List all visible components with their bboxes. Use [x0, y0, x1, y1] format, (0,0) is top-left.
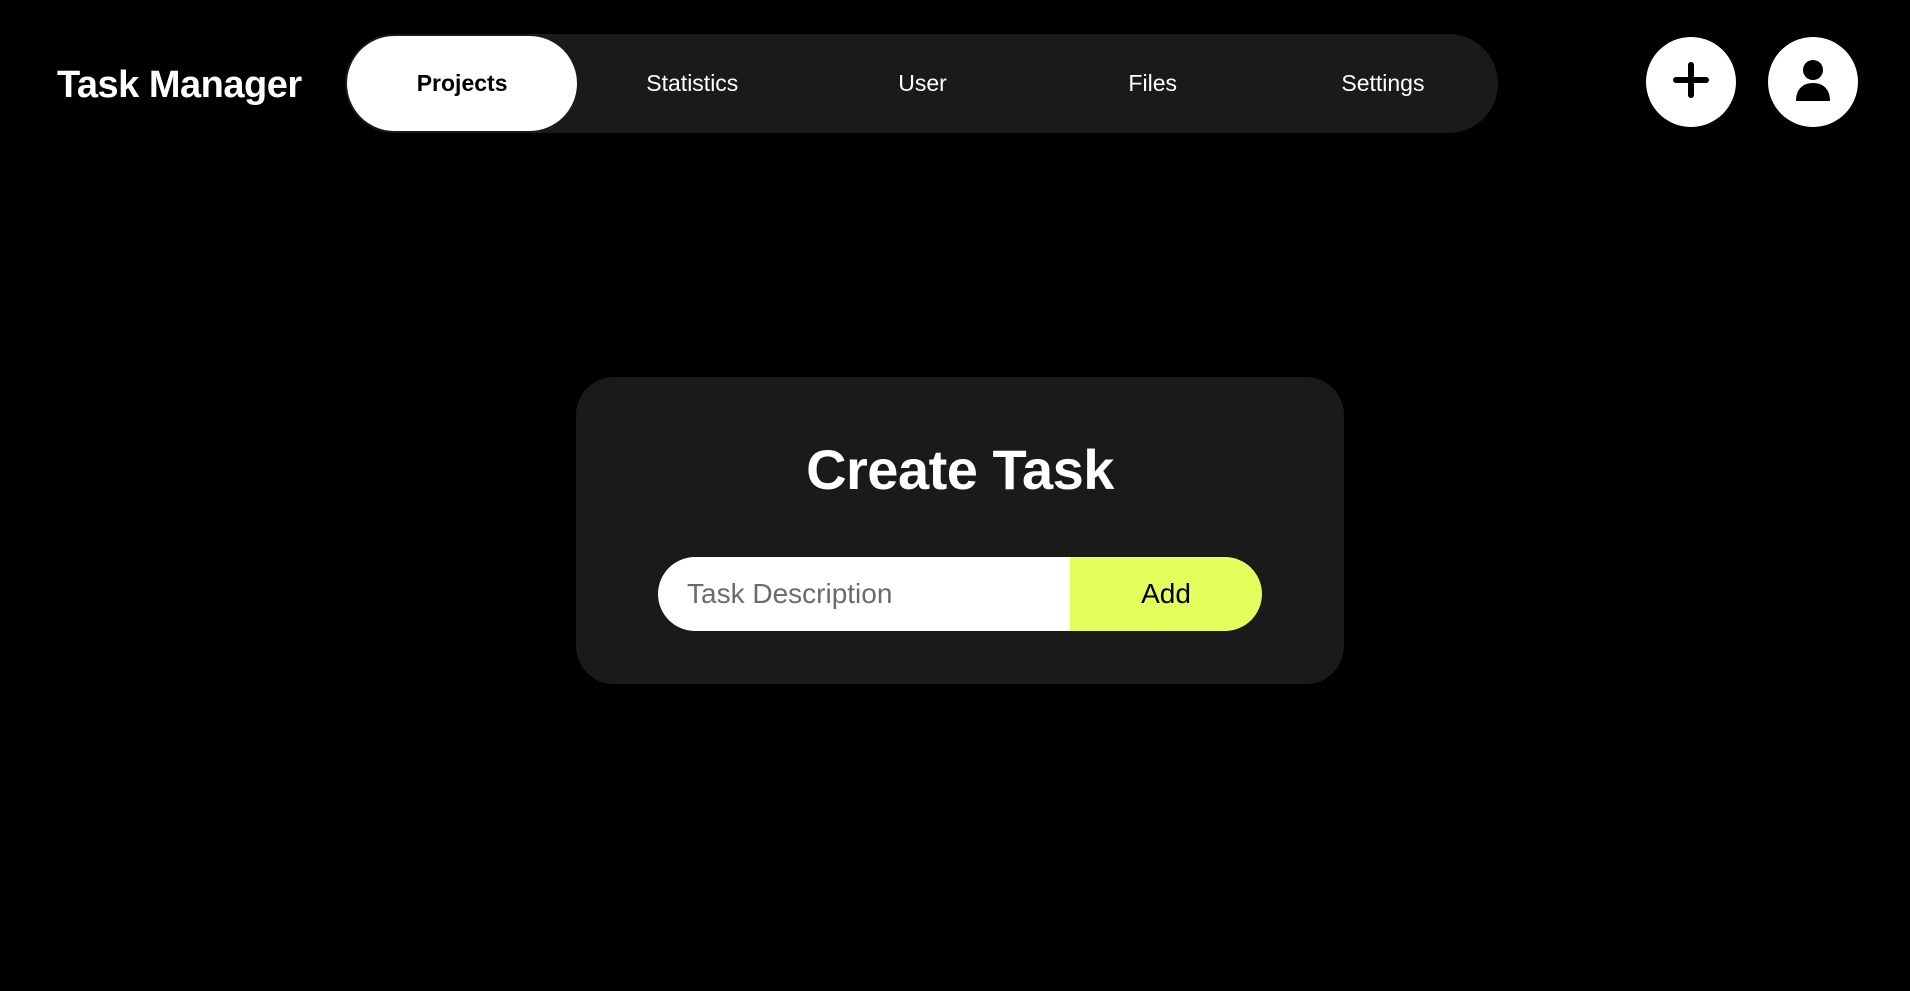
- plus-icon: [1671, 60, 1711, 105]
- person-icon: [1795, 59, 1831, 106]
- task-description-input[interactable]: [658, 557, 1070, 631]
- tab-projects[interactable]: Projects: [347, 36, 578, 131]
- add-button[interactable]: [1646, 37, 1736, 127]
- tab-label: User: [898, 70, 947, 96]
- app-title: Task Manager: [57, 64, 302, 106]
- tab-label: Projects: [416, 70, 508, 96]
- tab-settings[interactable]: Settings: [1268, 34, 1498, 133]
- add-task-button[interactable]: Add: [1070, 557, 1262, 631]
- main-nav: Projects Statistics User Files Settings: [345, 34, 1498, 133]
- tab-statistics[interactable]: Statistics: [577, 34, 807, 133]
- card-title: Create Task: [806, 438, 1114, 501]
- tab-label: Files: [1128, 70, 1177, 96]
- tab-label: Settings: [1341, 70, 1425, 96]
- create-task-card: Create Task Add: [576, 377, 1344, 684]
- tab-user[interactable]: User: [807, 34, 1037, 133]
- tab-files[interactable]: Files: [1038, 34, 1268, 133]
- add-task-label: Add: [1141, 578, 1191, 609]
- task-form: Add: [658, 557, 1262, 631]
- tab-label: Statistics: [646, 70, 739, 96]
- profile-button[interactable]: [1768, 37, 1858, 127]
